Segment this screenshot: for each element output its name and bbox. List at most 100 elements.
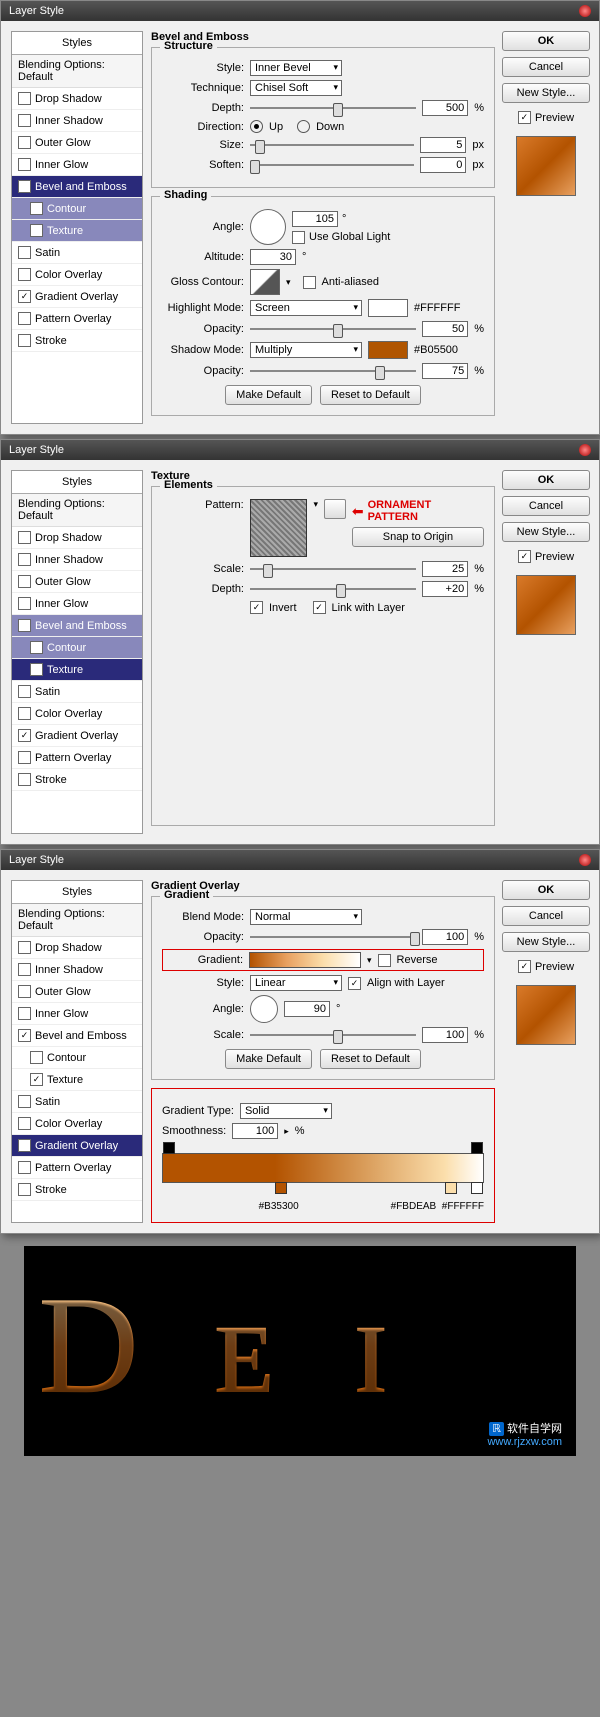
style-inner-shadow[interactable]: Inner Shadow <box>12 959 142 981</box>
style-color-overlay[interactable]: Color Overlay <box>12 1113 142 1135</box>
texture-depth-input[interactable]: +20 <box>422 581 468 597</box>
style-contour[interactable]: Contour <box>12 1047 142 1069</box>
make-default-button[interactable]: Make Default <box>225 385 312 405</box>
style-inner-glow[interactable]: Inner Glow <box>12 154 142 176</box>
global-light-checkbox[interactable] <box>292 231 305 244</box>
style-bevel-emboss[interactable]: Bevel and Emboss <box>12 176 142 198</box>
highlight-opacity-input[interactable]: 50 <box>422 321 468 337</box>
gradient-angle-input[interactable]: 90 <box>284 1001 330 1017</box>
style-pattern-overlay[interactable]: Pattern Overlay <box>12 747 142 769</box>
angle-dial[interactable] <box>250 209 286 245</box>
texture-scale-input[interactable]: 25 <box>422 561 468 577</box>
ok-button[interactable]: OK <box>502 470 590 490</box>
gradient-scale-input[interactable]: 100 <box>422 1027 468 1043</box>
style-drop-shadow[interactable]: Drop Shadow <box>12 937 142 959</box>
depth-slider[interactable] <box>250 101 416 115</box>
gradient-type-select[interactable]: Solid <box>240 1103 332 1119</box>
style-outer-glow[interactable]: Outer Glow <box>12 571 142 593</box>
highlight-color[interactable] <box>368 299 408 317</box>
gradient-scale-slider[interactable] <box>250 1028 416 1042</box>
smoothness-input[interactable]: 100 <box>232 1123 278 1139</box>
style-texture[interactable]: Texture <box>12 659 142 681</box>
opacity-stop[interactable] <box>471 1142 483 1154</box>
style-stroke[interactable]: Stroke <box>12 769 142 791</box>
style-gradient-overlay[interactable]: Gradient Overlay <box>12 286 142 308</box>
style-texture[interactable]: Texture <box>12 1069 142 1091</box>
size-slider[interactable] <box>250 138 414 152</box>
style-bevel-emboss[interactable]: Bevel and Emboss <box>12 1025 142 1047</box>
angle-input[interactable]: 105 <box>292 211 338 227</box>
gradient-opacity-input[interactable]: 100 <box>422 929 468 945</box>
new-pattern-button[interactable] <box>324 499 346 519</box>
style-color-overlay[interactable]: Color Overlay <box>12 703 142 725</box>
direction-down-radio[interactable] <box>297 120 310 133</box>
close-icon[interactable] <box>579 444 591 456</box>
snap-origin-button[interactable]: Snap to Origin <box>352 527 484 547</box>
styles-header[interactable]: Styles <box>12 32 142 55</box>
style-stroke[interactable]: Stroke <box>12 1179 142 1201</box>
shadow-opacity-slider[interactable] <box>250 364 416 378</box>
close-icon[interactable] <box>579 5 591 17</box>
style-gradient-overlay[interactable]: Gradient Overlay <box>12 1135 142 1157</box>
style-pattern-overlay[interactable]: Pattern Overlay <box>12 1157 142 1179</box>
preview-checkbox[interactable] <box>518 550 531 563</box>
depth-input[interactable]: 500 <box>422 100 468 116</box>
style-drop-shadow[interactable]: Drop Shadow <box>12 527 142 549</box>
preview-checkbox[interactable] <box>518 960 531 973</box>
style-satin[interactable]: Satin <box>12 242 142 264</box>
cancel-button[interactable]: Cancel <box>502 906 590 926</box>
style-contour[interactable]: Contour <box>12 198 142 220</box>
soften-input[interactable]: 0 <box>420 157 466 173</box>
gradient-style-select[interactable]: Linear <box>250 975 342 991</box>
style-satin[interactable]: Satin <box>12 1091 142 1113</box>
style-color-overlay[interactable]: Color Overlay <box>12 264 142 286</box>
cancel-button[interactable]: Cancel <box>502 57 590 77</box>
gradient-picker[interactable] <box>249 952 361 968</box>
shadow-mode-select[interactable]: Multiply <box>250 342 362 358</box>
gradient-opacity-slider[interactable] <box>250 930 416 944</box>
style-drop-shadow[interactable]: Drop Shadow <box>12 88 142 110</box>
technique-select[interactable]: Chisel Soft <box>250 80 342 96</box>
highlight-opacity-slider[interactable] <box>250 322 416 336</box>
gradient-strip[interactable] <box>162 1153 484 1183</box>
color-stop[interactable] <box>445 1182 457 1194</box>
bevel-style-select[interactable]: Inner Bevel <box>250 60 342 76</box>
invert-checkbox[interactable] <box>250 601 263 614</box>
shadow-color[interactable] <box>368 341 408 359</box>
style-pattern-overlay[interactable]: Pattern Overlay <box>12 308 142 330</box>
style-outer-glow[interactable]: Outer Glow <box>12 132 142 154</box>
close-icon[interactable] <box>579 854 591 866</box>
style-contour[interactable]: Contour <box>12 637 142 659</box>
gloss-contour[interactable] <box>250 269 280 295</box>
style-satin[interactable]: Satin <box>12 681 142 703</box>
color-stop[interactable] <box>275 1182 287 1194</box>
highlight-mode-select[interactable]: Screen <box>250 300 362 316</box>
style-outer-glow[interactable]: Outer Glow <box>12 981 142 1003</box>
size-input[interactable]: 5 <box>420 137 466 153</box>
ok-button[interactable]: OK <box>502 880 590 900</box>
preview-checkbox[interactable] <box>518 111 531 124</box>
blend-mode-select[interactable]: Normal <box>250 909 362 925</box>
style-gradient-overlay[interactable]: Gradient Overlay <box>12 725 142 747</box>
style-inner-shadow[interactable]: Inner Shadow <box>12 549 142 571</box>
ok-button[interactable]: OK <box>502 31 590 51</box>
style-inner-shadow[interactable]: Inner Shadow <box>12 110 142 132</box>
shadow-opacity-input[interactable]: 75 <box>422 363 468 379</box>
align-layer-checkbox[interactable] <box>348 977 361 990</box>
new-style-button[interactable]: New Style... <box>502 522 590 542</box>
soften-slider[interactable] <box>250 158 414 172</box>
texture-scale-slider[interactable] <box>250 562 416 576</box>
reverse-checkbox[interactable] <box>378 954 391 967</box>
direction-up-radio[interactable] <box>250 120 263 133</box>
reset-default-button[interactable]: Reset to Default <box>320 1049 421 1069</box>
texture-depth-slider[interactable] <box>250 582 416 596</box>
make-default-button[interactable]: Make Default <box>225 1049 312 1069</box>
antialiased-checkbox[interactable] <box>303 276 316 289</box>
altitude-input[interactable]: 30 <box>250 249 296 265</box>
reset-default-button[interactable]: Reset to Default <box>320 385 421 405</box>
style-inner-glow[interactable]: Inner Glow <box>12 1003 142 1025</box>
new-style-button[interactable]: New Style... <box>502 83 590 103</box>
blending-options[interactable]: Blending Options: Default <box>12 55 142 88</box>
color-stop[interactable] <box>471 1182 483 1194</box>
style-stroke[interactable]: Stroke <box>12 330 142 352</box>
